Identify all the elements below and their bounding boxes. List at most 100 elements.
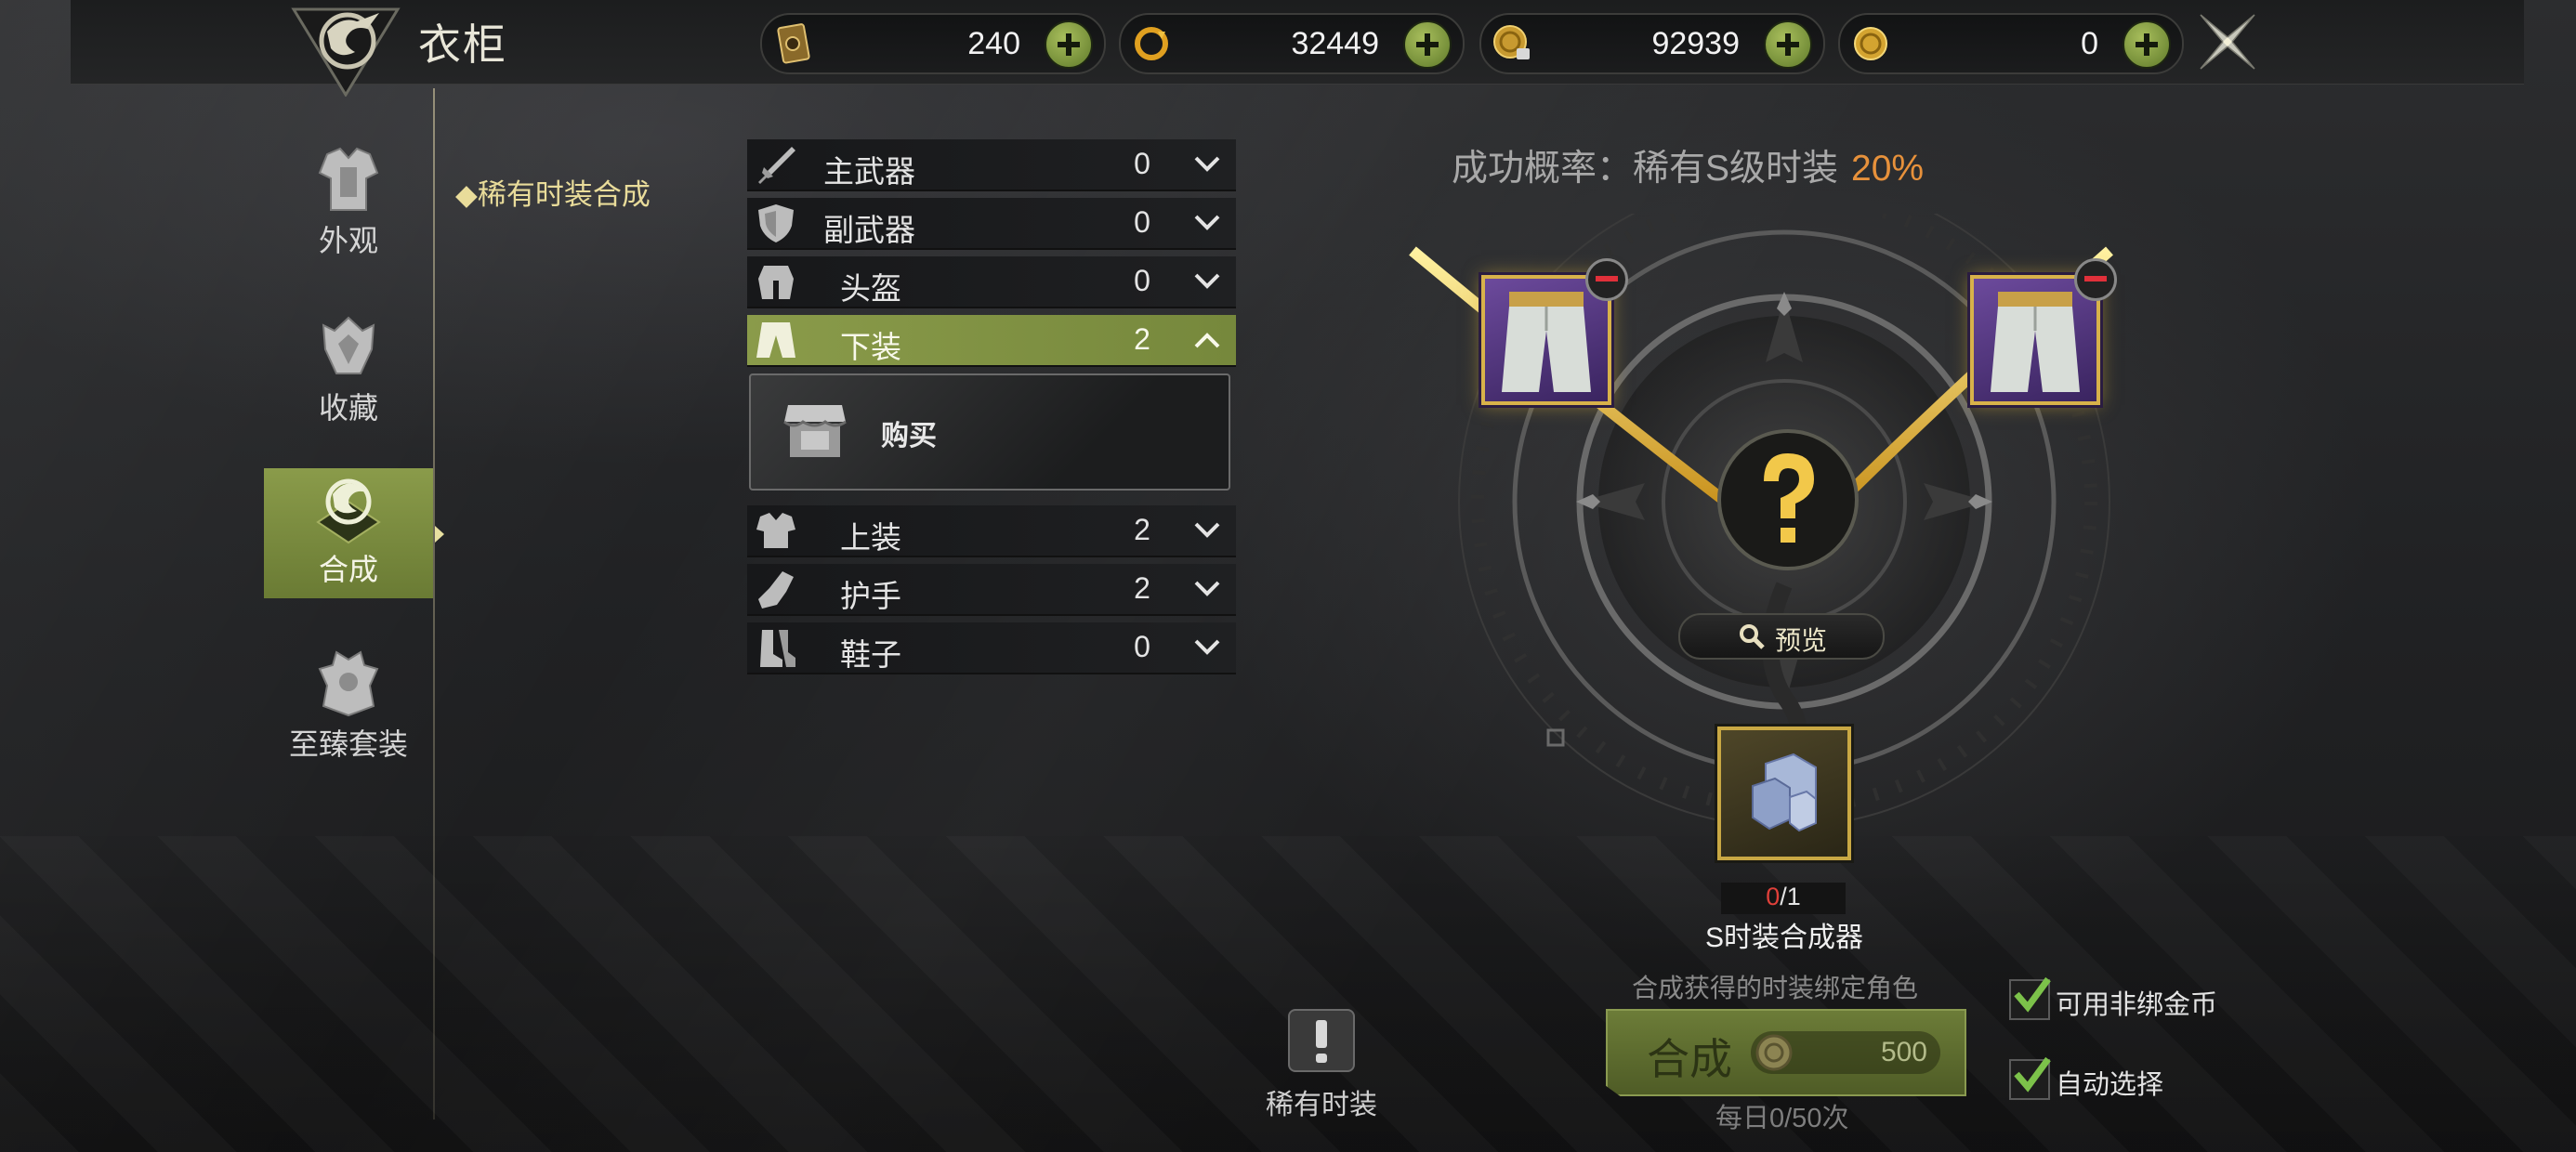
add-currency-button[interactable] xyxy=(1764,20,1812,69)
currency-crystal: 32449 xyxy=(1119,13,1465,74)
material-slot-right[interactable] xyxy=(1970,258,2117,405)
pants-item-icon xyxy=(1991,292,2080,392)
success-rate-value: 20% xyxy=(1851,149,1925,189)
material-current: 0 xyxy=(1766,883,1781,910)
category-row-pants[interactable]: 下装 2 xyxy=(747,315,1236,367)
sidebar-item-label: 至臻套装 xyxy=(288,727,408,761)
category-count: 0 xyxy=(1134,147,1150,180)
synthesizer-item-slot[interactable] xyxy=(1717,727,1851,860)
daily-limit: 每日0/50次 xyxy=(1715,1104,1849,1133)
category-row-top[interactable]: 上装 2 xyxy=(747,505,1236,557)
category-count: 2 xyxy=(1134,322,1150,356)
sidebar-item-label: 外观 xyxy=(318,224,378,257)
rare-fashion-button[interactable]: 稀有时装 xyxy=(1264,1009,1379,1120)
chevron-down-icon xyxy=(1194,639,1220,655)
checkmark-icon xyxy=(2014,976,2051,1013)
armor-icon xyxy=(318,147,379,211)
option-label: 可用非绑金币 xyxy=(2056,990,2218,1020)
currency-value: 92939 xyxy=(1651,26,1740,61)
sidebar-item-label: 合成 xyxy=(318,553,378,586)
pants-item-icon xyxy=(1502,292,1591,392)
shield-icon xyxy=(758,204,794,242)
remove-item-button[interactable] xyxy=(1585,258,1628,301)
synthesize-label: 合成 xyxy=(1647,1035,1732,1083)
gold-coin-icon xyxy=(1755,1034,1793,1071)
chevron-down-icon xyxy=(1194,156,1220,172)
checkmark-icon xyxy=(2014,1056,2051,1093)
category-count: 0 xyxy=(1134,630,1150,663)
category-row-shoes[interactable]: 鞋子 0 xyxy=(747,622,1236,674)
material-slot-left[interactable] xyxy=(1481,258,1628,405)
add-currency-button[interactable] xyxy=(1403,20,1452,69)
card-ticket-icon xyxy=(777,23,810,64)
success-rate-label: 成功概率：稀有S级时装 xyxy=(1452,149,1839,189)
currency-locked-gold: 92939 xyxy=(1479,13,1825,74)
boots-icon xyxy=(760,630,795,667)
category-row-gloves[interactable]: 护手 2 xyxy=(747,564,1236,616)
category-count: 0 xyxy=(1134,205,1150,239)
sidebar-item-appearance[interactable]: 外观 xyxy=(264,139,433,269)
close-icon[interactable] xyxy=(2195,9,2260,74)
chevron-down-icon xyxy=(1194,215,1220,230)
category-name: 护手 xyxy=(840,579,901,613)
category-count: 2 xyxy=(1134,513,1150,546)
sword-icon xyxy=(758,147,795,184)
currency-gold: 0 xyxy=(1838,13,2184,74)
currency-value: 0 xyxy=(2081,26,2098,61)
category-count: 2 xyxy=(1134,571,1150,605)
material-count: 0/1 xyxy=(1721,883,1846,914)
category-row-helmet[interactable]: 头盔 0 xyxy=(747,256,1236,308)
chevron-down-icon xyxy=(1194,273,1220,289)
option-label: 自动选择 xyxy=(2056,1070,2164,1100)
pants-icon xyxy=(756,322,795,358)
preview-button[interactable]: 预览 xyxy=(1678,613,1885,660)
category-name: 头盔 xyxy=(840,271,901,306)
chevron-down-icon xyxy=(1194,581,1220,596)
subnav-rare-synthesis[interactable]: ◆稀有时装合成 xyxy=(455,171,651,213)
locked-gold-coin-icon xyxy=(1493,25,1530,59)
set-armor-icon xyxy=(318,650,379,717)
synthesizer-cube-icon xyxy=(1752,753,1817,832)
page-title: 衣柜 xyxy=(418,20,507,69)
category-name: 上装 xyxy=(840,520,901,555)
material-name: S时装合成器 xyxy=(1704,923,1863,953)
currency-ticket: 240 xyxy=(760,13,1106,74)
bind-note: 合成获得的时装绑定角色 xyxy=(1632,974,1919,1002)
sidebar-item-label: 收藏 xyxy=(318,391,378,425)
category-name: 鞋子 xyxy=(840,637,901,672)
category-name: 下装 xyxy=(840,330,901,364)
chevron-up-icon xyxy=(1194,333,1220,348)
category-row-main-weapon[interactable]: 主武器 0 xyxy=(747,139,1236,191)
success-rate: 成功概率：稀有S级时装 20% xyxy=(1452,139,1924,191)
gauntlet-icon xyxy=(758,571,794,609)
remove-item-button[interactable] xyxy=(2074,258,2117,301)
dragon-emblem-icon xyxy=(291,7,401,97)
sidebar-item-synthesis[interactable]: 合成 xyxy=(264,468,444,598)
buy-label: 购买 xyxy=(881,421,937,452)
sidebar-item-premium-set[interactable]: 至臻套装 xyxy=(264,643,433,773)
unknown-result-icon xyxy=(1717,429,1859,570)
helmet-icon xyxy=(758,266,794,299)
category-row-sub-weapon[interactable]: 副武器 0 xyxy=(747,198,1236,250)
chest-armor-icon xyxy=(756,513,795,548)
category-name: 主武器 xyxy=(823,154,915,189)
dragon-icon xyxy=(316,478,381,544)
chevron-down-icon xyxy=(1194,522,1220,538)
sidebar-item-collection[interactable]: 收藏 xyxy=(264,307,433,437)
crystal-swirl-icon xyxy=(1135,27,1168,60)
category-name: 副武器 xyxy=(823,213,915,247)
gold-coin-icon xyxy=(1854,27,1887,60)
rare-fashion-label: 稀有时装 xyxy=(1266,1090,1377,1120)
buy-button[interactable]: 购买 xyxy=(749,373,1230,491)
cost-display: 500 xyxy=(1751,1031,1940,1074)
currency-value: 240 xyxy=(967,26,1020,61)
preview-label: 预览 xyxy=(1775,626,1828,655)
synthesize-button[interactable]: 合成 500 xyxy=(1606,1009,1966,1096)
shop-icon xyxy=(783,405,847,457)
currency-value: 32449 xyxy=(1291,26,1379,61)
diamond-bullet-icon: ◆ xyxy=(455,178,478,211)
add-currency-button[interactable] xyxy=(2123,20,2171,69)
subnav-label: 稀有时装合成 xyxy=(477,178,651,211)
cost-value: 500 xyxy=(1880,1037,1927,1067)
add-currency-button[interactable] xyxy=(1045,20,1093,69)
